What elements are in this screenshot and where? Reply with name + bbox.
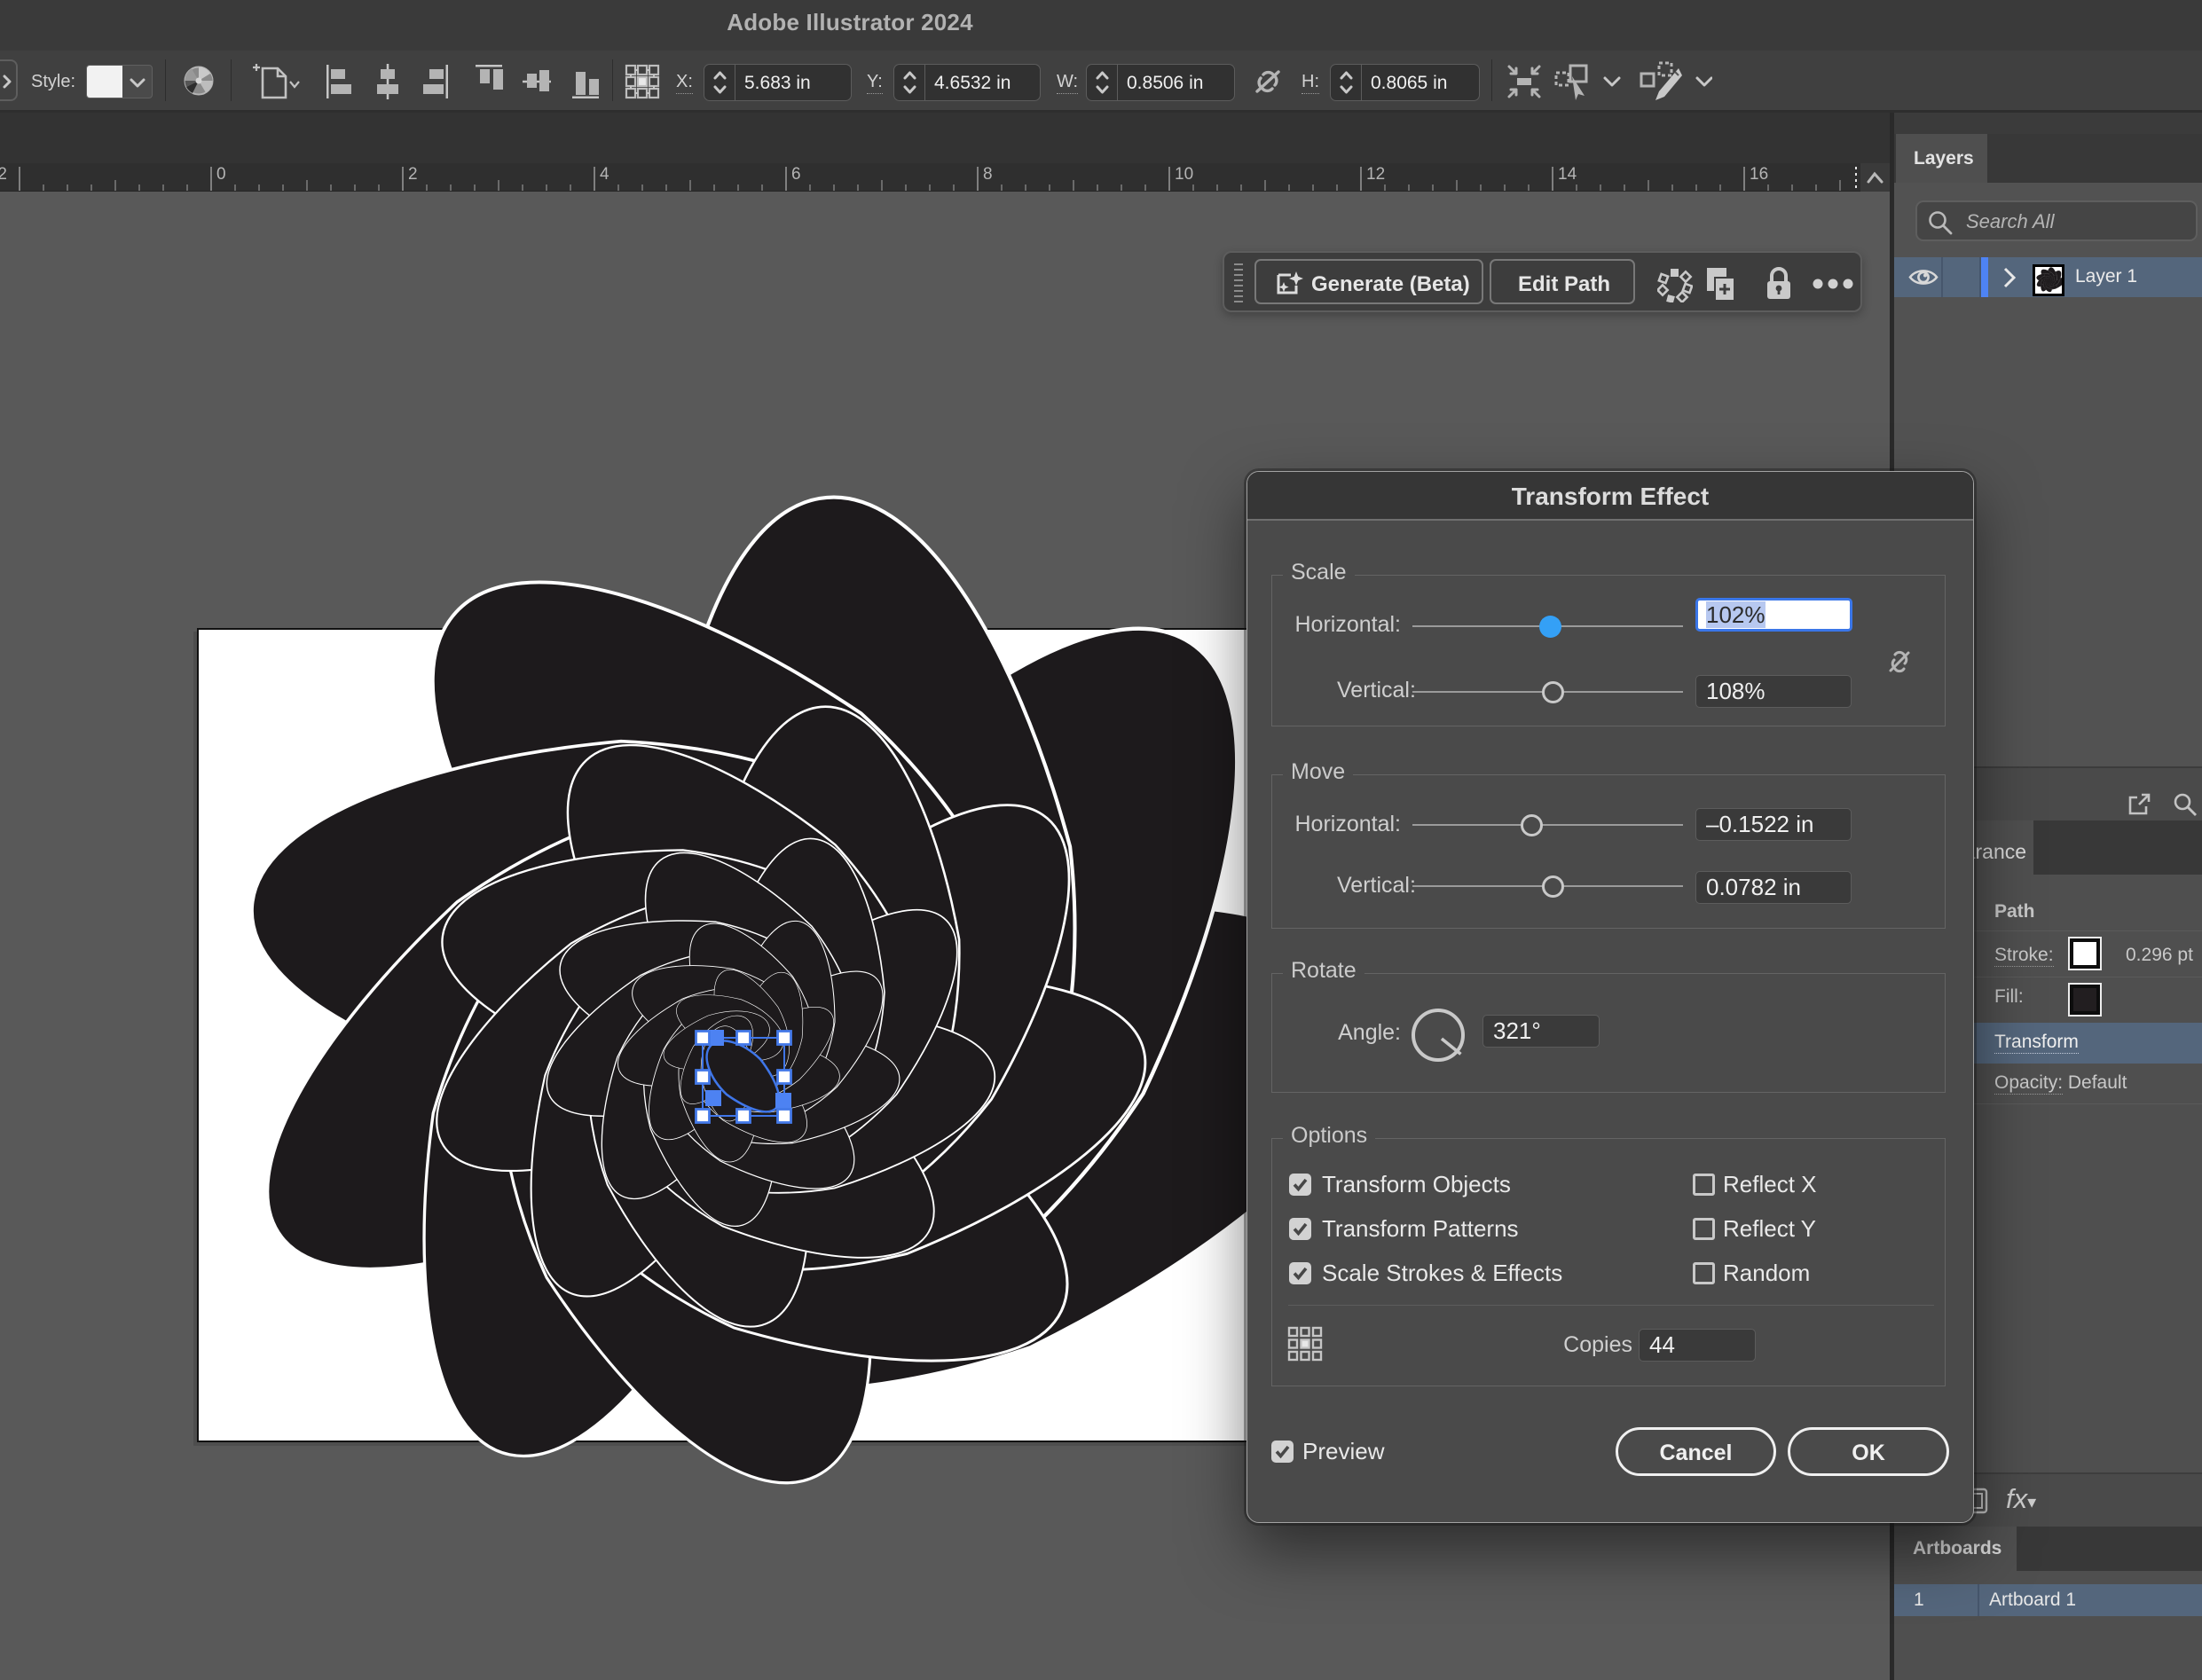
svg-text:14: 14 <box>1558 165 1577 184</box>
svg-text:8: 8 <box>983 165 993 184</box>
svg-text:4: 4 <box>600 165 609 184</box>
svg-text:2: 2 <box>408 165 418 184</box>
svg-text:16: 16 <box>1750 165 1768 184</box>
svg-text:0: 0 <box>216 165 226 184</box>
svg-text:12: 12 <box>1366 165 1385 184</box>
svg-text:6: 6 <box>791 165 801 184</box>
svg-text:10: 10 <box>1175 165 1193 184</box>
svg-text:-2: -2 <box>0 165 7 184</box>
